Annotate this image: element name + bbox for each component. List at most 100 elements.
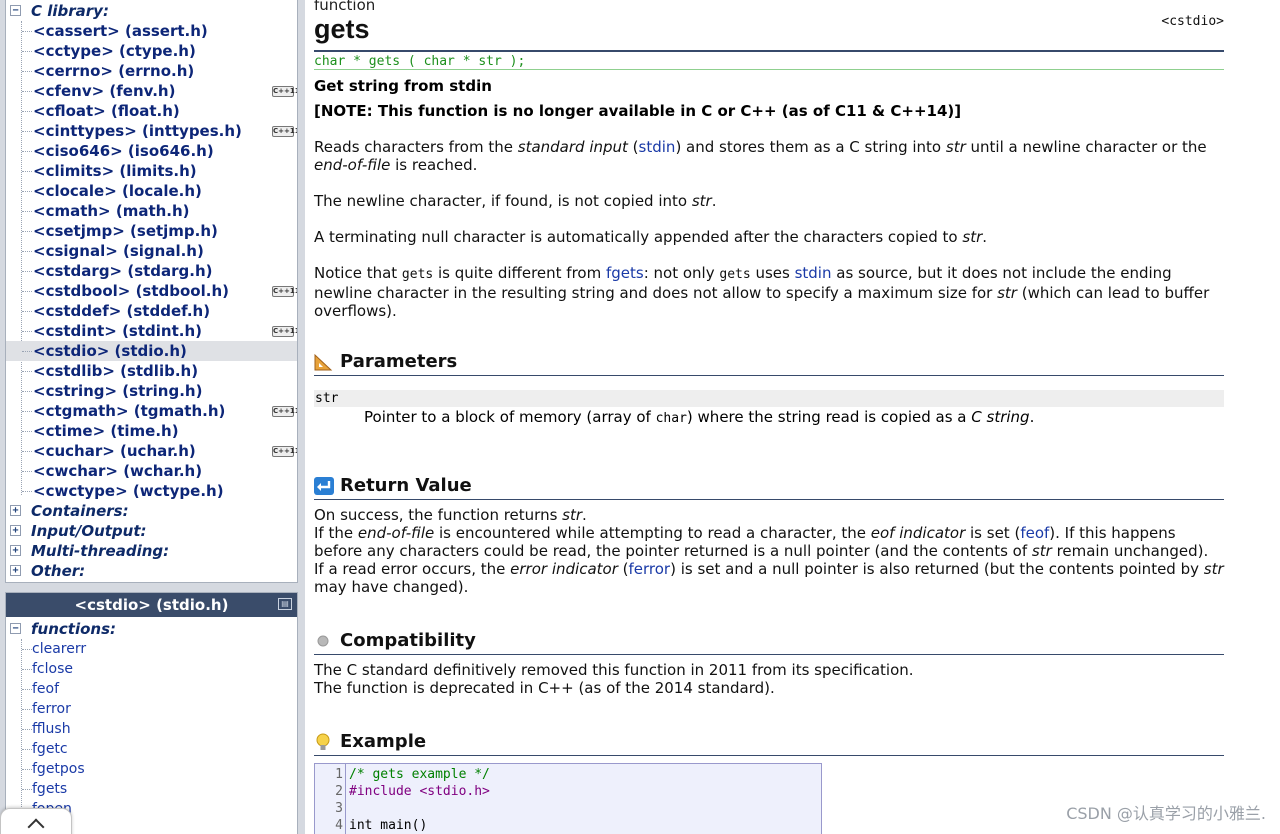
- tree-connector: [22, 311, 32, 312]
- sidebar-header-item[interactable]: <cstring> (string.h): [6, 381, 297, 401]
- header-link[interactable]: <climits> (limits.h): [33, 161, 197, 181]
- sidebar-header-item[interactable]: <cstdlib> (stdlib.h): [6, 361, 297, 381]
- function-link[interactable]: clearerr: [32, 639, 86, 659]
- collapse-toggle-icon[interactable]: −: [10, 623, 21, 634]
- section-label[interactable]: functions:: [31, 619, 116, 639]
- section-label[interactable]: Input/Output:: [31, 521, 147, 541]
- expand-toggle-icon[interactable]: +: [10, 505, 21, 516]
- header-panel-title[interactable]: <cstdio> (stdio.h): [75, 596, 229, 614]
- header-link[interactable]: <cstdbool> (stdbool.h): [33, 281, 229, 301]
- function-item[interactable]: fgetc: [6, 739, 297, 759]
- function-link[interactable]: feof: [32, 679, 59, 699]
- header-link[interactable]: <cstdio> (stdio.h): [33, 341, 187, 361]
- tree-connector: [22, 171, 32, 172]
- section-label[interactable]: Other:: [31, 561, 85, 581]
- header-link[interactable]: <ciso646> (iso646.h): [33, 141, 214, 161]
- gray-dot-icon: [317, 635, 329, 647]
- function-link[interactable]: fgetc: [32, 739, 68, 759]
- tree-connector: [22, 451, 32, 452]
- sidebar-header-item[interactable]: <climits> (limits.h): [6, 161, 297, 181]
- expand-toggle-icon[interactable]: +: [10, 565, 21, 576]
- header-link[interactable]: <cwctype> (wctype.h): [33, 481, 224, 501]
- link-stdin[interactable]: stdin: [639, 138, 676, 156]
- function-item[interactable]: clearerr: [6, 639, 297, 659]
- sidebar-header-item[interactable]: <cstdbool> (stdbool.h) C++11: [6, 281, 297, 301]
- header-link[interactable]: <cstddef> (stddef.h): [33, 301, 210, 321]
- header-link[interactable]: <cfenv> (fenv.h): [33, 81, 175, 101]
- sidebar-header-item[interactable]: <csetjmp> (setjmp.h): [6, 221, 297, 241]
- section-c-library[interactable]: − C library:: [6, 1, 297, 21]
- expand-toggle-icon[interactable]: +: [10, 525, 21, 536]
- header-link[interactable]: <cuchar> (uchar.h): [33, 441, 196, 461]
- sidebar-header-item[interactable]: <cerrno> (errno.h): [6, 61, 297, 81]
- section-label[interactable]: C library:: [31, 1, 109, 21]
- line-number: 4: [335, 818, 343, 833]
- header-link[interactable]: <cwchar> (wchar.h): [33, 461, 202, 481]
- section-label[interactable]: Containers:: [31, 501, 129, 521]
- link-fgets[interactable]: fgets: [606, 264, 644, 282]
- function-item[interactable]: fflush: [6, 719, 297, 739]
- sidebar-header-item[interactable]: <cfloat> (float.h): [6, 101, 297, 121]
- sidebar-header-item[interactable]: <clocale> (locale.h): [6, 181, 297, 201]
- link-stdin[interactable]: stdin: [795, 264, 832, 282]
- collapsed-section[interactable]: + Containers:: [6, 501, 297, 521]
- header-link[interactable]: <csignal> (signal.h): [33, 241, 204, 261]
- collapsed-section[interactable]: + Multi-threading:: [6, 541, 297, 561]
- sidebar-header-item[interactable]: <cfenv> (fenv.h) C++11: [6, 81, 297, 101]
- header-link[interactable]: <cerrno> (errno.h): [33, 61, 194, 81]
- function-item[interactable]: feof: [6, 679, 297, 699]
- sidebar-header-item[interactable]: <cstdio> (stdio.h): [6, 341, 297, 361]
- function-item[interactable]: fclose: [6, 659, 297, 679]
- header-link[interactable]: <cassert> (assert.h): [33, 21, 208, 41]
- sidebar-header-item[interactable]: <cwchar> (wchar.h): [6, 461, 297, 481]
- sidebar-header-item[interactable]: <csignal> (signal.h): [6, 241, 297, 261]
- code-line: #include <stdio.h>: [349, 784, 490, 799]
- sidebar-header-item[interactable]: <ctgmath> (tgmath.h) C++11: [6, 401, 297, 421]
- function-link[interactable]: fgetpos: [32, 759, 85, 779]
- function-item[interactable]: fgetpos: [6, 759, 297, 779]
- header-link[interactable]: <cctype> (ctype.h): [33, 41, 196, 61]
- function-link[interactable]: fflush: [32, 719, 71, 739]
- book-icon[interactable]: ▤: [278, 598, 292, 610]
- collapsed-section[interactable]: + Other:: [6, 561, 297, 581]
- link-feof[interactable]: feof: [1020, 524, 1049, 542]
- expand-toggle-icon[interactable]: +: [10, 545, 21, 556]
- function-link[interactable]: ferror: [32, 699, 71, 719]
- header-link[interactable]: <cmath> (math.h): [33, 201, 190, 221]
- header-link[interactable]: <cstring> (string.h): [33, 381, 202, 401]
- header-link[interactable]: <cstdint> (stdint.h): [33, 321, 202, 341]
- header-link[interactable]: <ctgmath> (tgmath.h): [33, 401, 225, 421]
- header-link[interactable]: <csetjmp> (setjmp.h): [33, 221, 218, 241]
- tree-connector: [22, 391, 32, 392]
- sidebar-header-item[interactable]: <cinttypes> (inttypes.h) C++11: [6, 121, 297, 141]
- sidebar-header-item[interactable]: <cstdint> (stdint.h) C++11: [6, 321, 297, 341]
- sidebar-header-item[interactable]: <cwctype> (wctype.h): [6, 481, 297, 501]
- scroll-to-top-button[interactable]: [0, 808, 72, 834]
- header-link[interactable]: <cinttypes> (inttypes.h): [33, 121, 242, 141]
- sidebar-header-item[interactable]: <cctype> (ctype.h): [6, 41, 297, 61]
- cpp11-badge-icon: C++11: [272, 326, 298, 337]
- code-example[interactable]: 1 /* gets example */ 2 #include <stdio.h> 3 4…: [314, 763, 822, 834]
- function-item[interactable]: ferror: [6, 699, 297, 719]
- sidebar-header-item[interactable]: <ciso646> (iso646.h): [6, 141, 297, 161]
- collapsed-section[interactable]: + Input/Output:: [6, 521, 297, 541]
- header-link[interactable]: <cstdlib> (stdlib.h): [33, 361, 198, 381]
- sidebar-header-item[interactable]: <ctime> (time.h): [6, 421, 297, 441]
- function-link[interactable]: fclose: [32, 659, 73, 679]
- code-gutter: [345, 764, 346, 834]
- sidebar-header-item[interactable]: <cuchar> (uchar.h) C++11: [6, 441, 297, 461]
- header-link[interactable]: <ctime> (time.h): [33, 421, 179, 441]
- collapse-toggle-icon[interactable]: −: [10, 5, 21, 16]
- header-link[interactable]: <cfloat> (float.h): [33, 101, 180, 121]
- sidebar-header-item[interactable]: <cstdarg> (stdarg.h): [6, 261, 297, 281]
- header-link[interactable]: <clocale> (locale.h): [33, 181, 202, 201]
- link-ferror[interactable]: ferror: [628, 560, 670, 578]
- sidebar-header-item[interactable]: <cmath> (math.h): [6, 201, 297, 221]
- sidebar-header-item[interactable]: <cstddef> (stddef.h): [6, 301, 297, 321]
- section-label[interactable]: Multi-threading:: [31, 541, 169, 561]
- function-item[interactable]: fgets: [6, 779, 297, 799]
- section-functions[interactable]: − functions:: [6, 619, 297, 639]
- header-link[interactable]: <cstdarg> (stdarg.h): [33, 261, 213, 281]
- sidebar-header-item[interactable]: <cassert> (assert.h): [6, 21, 297, 41]
- function-link[interactable]: fgets: [32, 779, 67, 799]
